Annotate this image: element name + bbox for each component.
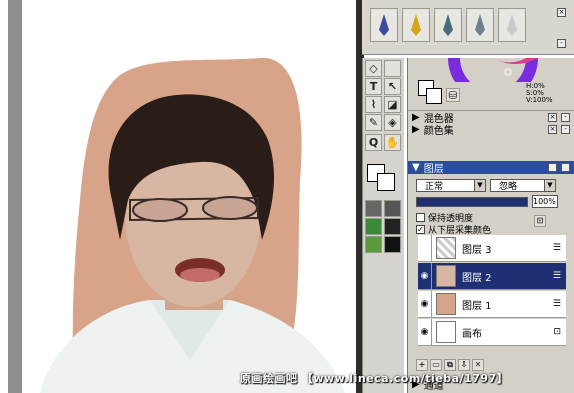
select-tool-icon[interactable]: ↖ <box>384 78 401 95</box>
layer-row[interactable]: ◉ 图层 2 ☰ <box>418 262 566 290</box>
eraser-tool-icon[interactable]: ◪ <box>384 96 401 113</box>
texture-b-icon[interactable] <box>384 218 401 235</box>
brush-ink-icon[interactable] <box>434 8 462 42</box>
colorset-panel-title: 颜色集 <box>423 126 454 137</box>
layer-stack-icon: ☰ <box>552 243 561 253</box>
portrait-artwork <box>40 57 345 393</box>
canvas-scroll-edge <box>8 0 22 393</box>
layer-thumbnail <box>436 321 456 343</box>
colorset-panel-header[interactable]: ▶ 颜色集 × - <box>408 123 574 137</box>
brush-pencil-icon[interactable] <box>402 8 430 42</box>
collapse-triangle-icon: ▼ <box>412 162 420 173</box>
layer-thumbnail <box>436 237 456 259</box>
fill-tool-icon[interactable]: ◇ <box>365 60 382 77</box>
visibility-toggle[interactable] <box>418 234 432 262</box>
right-panel: ⛁ H:0% S:0% V:100% ▶ 混色器 × - ▶ 颜色集 × - ▼… <box>407 58 574 393</box>
toolbar-close-icon[interactable]: × <box>557 8 566 17</box>
preserve-checkbox[interactable] <box>416 213 425 222</box>
hsv-v: V:100% <box>526 96 553 104</box>
lock-icon: ⊡ <box>553 327 561 337</box>
blend-mode-value: 正常 <box>425 182 444 192</box>
painting-canvas[interactable] <box>0 0 362 393</box>
watermark-text: 原画绘画吧 【www.lineca.com/tieba/1797】 <box>240 372 509 385</box>
sub-color-swatch[interactable] <box>426 88 442 104</box>
brush-pen-icon[interactable] <box>370 8 398 42</box>
layer-name: 图层 1 <box>462 300 492 312</box>
mixer-minimize-icon[interactable]: - <box>561 113 570 122</box>
brush-eraser-icon[interactable] <box>498 8 526 42</box>
expand-triangle-icon: ▶ <box>412 124 420 135</box>
layer-thumbnail <box>436 293 456 315</box>
opacity-slider[interactable] <box>416 197 528 207</box>
layer-row[interactable]: ◉ 画布 ⊡ <box>418 318 566 346</box>
brush-toolbar: × - <box>362 0 574 55</box>
colorset-minimize-icon[interactable]: - <box>561 125 570 134</box>
text-tool-icon[interactable]: T <box>365 78 382 95</box>
layer-row[interactable]: ◉ 图层 1 ☰ <box>418 290 566 318</box>
dropper-tool-icon[interactable]: ⌇ <box>365 96 382 113</box>
eye-icon[interactable]: ◉ <box>418 262 432 290</box>
background-color-swatch[interactable] <box>377 173 395 191</box>
color-wheel[interactable] <box>438 58 548 82</box>
layers-close-icon[interactable]: × <box>548 163 557 172</box>
composite-value: 忽略 <box>499 182 518 192</box>
chevron-down-icon: ▼ <box>474 180 485 191</box>
texture-d-icon[interactable] <box>384 236 401 253</box>
pattern-b-icon[interactable] <box>384 200 401 217</box>
bucket-tool-icon[interactable]: ◈ <box>384 114 401 131</box>
brush-airbrush-icon[interactable] <box>466 8 494 42</box>
pen-tool-icon[interactable]: ✎ <box>365 114 382 131</box>
eye-icon[interactable]: ◉ <box>418 318 432 346</box>
lock-icon[interactable]: ⊡ <box>534 215 546 227</box>
layers-minimize-icon[interactable]: - <box>561 163 570 172</box>
toolbar-collapse-icon[interactable]: - <box>557 39 566 48</box>
toolbox: ◇ T ↖ ⌇ ◪ ✎ ◈ Q ✋ <box>362 58 404 393</box>
layer-name: 图层 3 <box>462 244 492 256</box>
layers-panel-header[interactable]: ▼ 图层 × - <box>408 161 574 175</box>
chevron-down-icon: ▼ <box>544 180 555 191</box>
eye-icon[interactable]: ◉ <box>418 290 432 318</box>
layer-thumbnail <box>436 265 456 287</box>
blank-tool-icon[interactable] <box>384 60 401 77</box>
hand-tool-icon[interactable]: ✋ <box>384 134 401 151</box>
blend-mode-select[interactable]: 正常 ▼ <box>416 179 486 192</box>
composite-select[interactable]: 忽略 ▼ <box>490 179 556 192</box>
texture-a-icon[interactable] <box>365 218 382 235</box>
layer-stack-icon: ☰ <box>552 299 561 309</box>
layer-name: 画布 <box>462 328 482 340</box>
pattern-a-icon[interactable] <box>365 200 382 217</box>
layer-name: 图层 2 <box>462 272 492 284</box>
color-switch-icon[interactable]: ⛁ <box>446 88 460 102</box>
expand-triangle-icon: ▶ <box>412 111 420 123</box>
zoom-tool-icon[interactable]: Q <box>365 134 382 151</box>
mixer-close-icon[interactable]: × <box>548 113 557 122</box>
opacity-value[interactable]: 100% <box>532 195 558 208</box>
layer-stack-icon: ☰ <box>552 271 561 281</box>
texture-c-icon[interactable] <box>365 236 382 253</box>
colorset-close-icon[interactable]: × <box>548 125 557 134</box>
layer-row[interactable]: 图层 3 ☰ <box>418 234 566 262</box>
layers-panel-title: 图层 <box>423 164 444 175</box>
sample-checkbox[interactable]: ✓ <box>416 225 425 234</box>
